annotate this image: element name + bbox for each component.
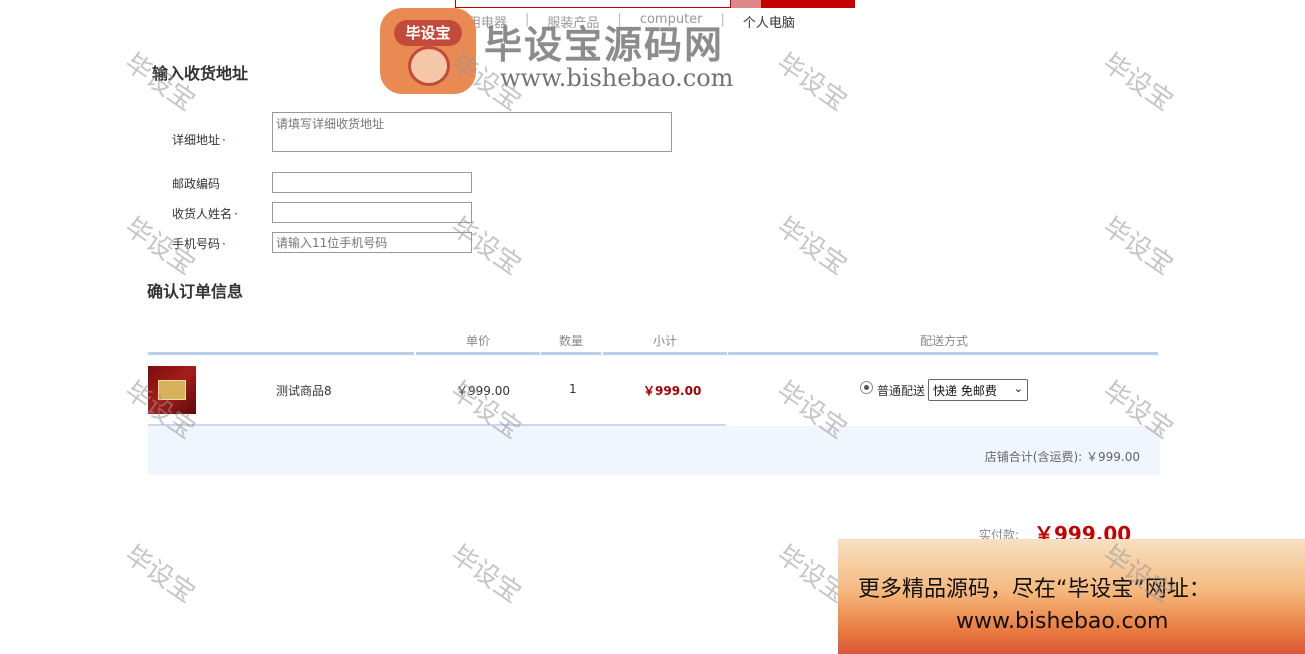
receiver-name-input[interactable] xyxy=(272,202,472,223)
header-divider xyxy=(728,352,1158,355)
chevron-down-icon: ⌄ xyxy=(1013,382,1023,395)
col-header-quantity: 数量 xyxy=(558,334,583,348)
postcode-label: 邮政编码 xyxy=(172,177,221,191)
col-header-unit-price: 单价 xyxy=(465,334,490,348)
shipping-option-label: 普通配送 xyxy=(877,384,926,398)
header-divider xyxy=(416,352,540,355)
site-logo-watermark: 毕设宝 毕设宝源码网 www.bishebao.com xyxy=(380,8,760,98)
logo-title: 毕设宝源码网 xyxy=(484,23,725,67)
product-subtotal: ￥999.00 xyxy=(643,384,702,398)
store-summary: 店铺合计(含运费): ￥999.00 xyxy=(148,426,1160,475)
product-quantity: 1 xyxy=(569,382,577,396)
postcode-input[interactable] xyxy=(272,172,472,193)
detail-address-label: 详细地址 · xyxy=(172,133,226,147)
promo-url[interactable]: www.bishebao.com xyxy=(956,609,1168,634)
phone-label: 手机号码 · xyxy=(172,237,226,251)
promo-banner[interactable]: 更多精品源码，尽在“毕设宝”网址： www.bishebao.com xyxy=(838,539,1305,654)
order-section-title: 确认订单信息 xyxy=(147,282,244,301)
product-thumbnail[interactable] xyxy=(148,366,196,414)
shipping-select-value: 快递 免邮费 xyxy=(933,384,997,398)
watermark: 毕设宝 xyxy=(771,211,853,282)
logo-badge-text: 毕设宝 xyxy=(394,20,462,46)
receiver-name-label: 收货人姓名 · xyxy=(172,207,238,221)
nav-border xyxy=(455,0,731,8)
nav-bar-highlight xyxy=(731,0,761,8)
phone-input[interactable] xyxy=(272,232,472,253)
header-divider xyxy=(148,352,414,355)
shipping-method-select[interactable]: 快递 免邮费 ⌄ xyxy=(928,379,1028,401)
product-name[interactable]: 测试商品8 xyxy=(276,382,332,399)
detail-address-input[interactable] xyxy=(272,112,672,152)
watermark: 毕设宝 xyxy=(119,539,201,610)
product-box-icon xyxy=(158,380,186,400)
logo-url: www.bishebao.com xyxy=(500,64,734,92)
logo-badge-icon: 毕设宝 xyxy=(380,8,476,94)
promo-text: 更多精品源码，尽在“毕设宝”网址： xyxy=(858,577,1211,602)
product-unit-price: ￥999.00 xyxy=(456,384,510,398)
watermark: 毕设宝 xyxy=(1097,47,1179,118)
watermark: 毕设宝 xyxy=(771,47,853,118)
address-section-title: 输入收货地址 xyxy=(152,64,249,83)
header-divider xyxy=(603,352,727,355)
store-total: 店铺合计(含运费): ￥999.00 xyxy=(984,450,1140,464)
watermark: 毕设宝 xyxy=(445,539,527,610)
col-header-subtotal: 小计 xyxy=(652,334,677,348)
logo-face-icon xyxy=(408,46,450,86)
watermark: 毕设宝 xyxy=(1097,211,1179,282)
col-header-shipping: 配送方式 xyxy=(919,334,968,348)
shipping-radio[interactable] xyxy=(860,381,873,394)
header-divider xyxy=(541,352,601,355)
